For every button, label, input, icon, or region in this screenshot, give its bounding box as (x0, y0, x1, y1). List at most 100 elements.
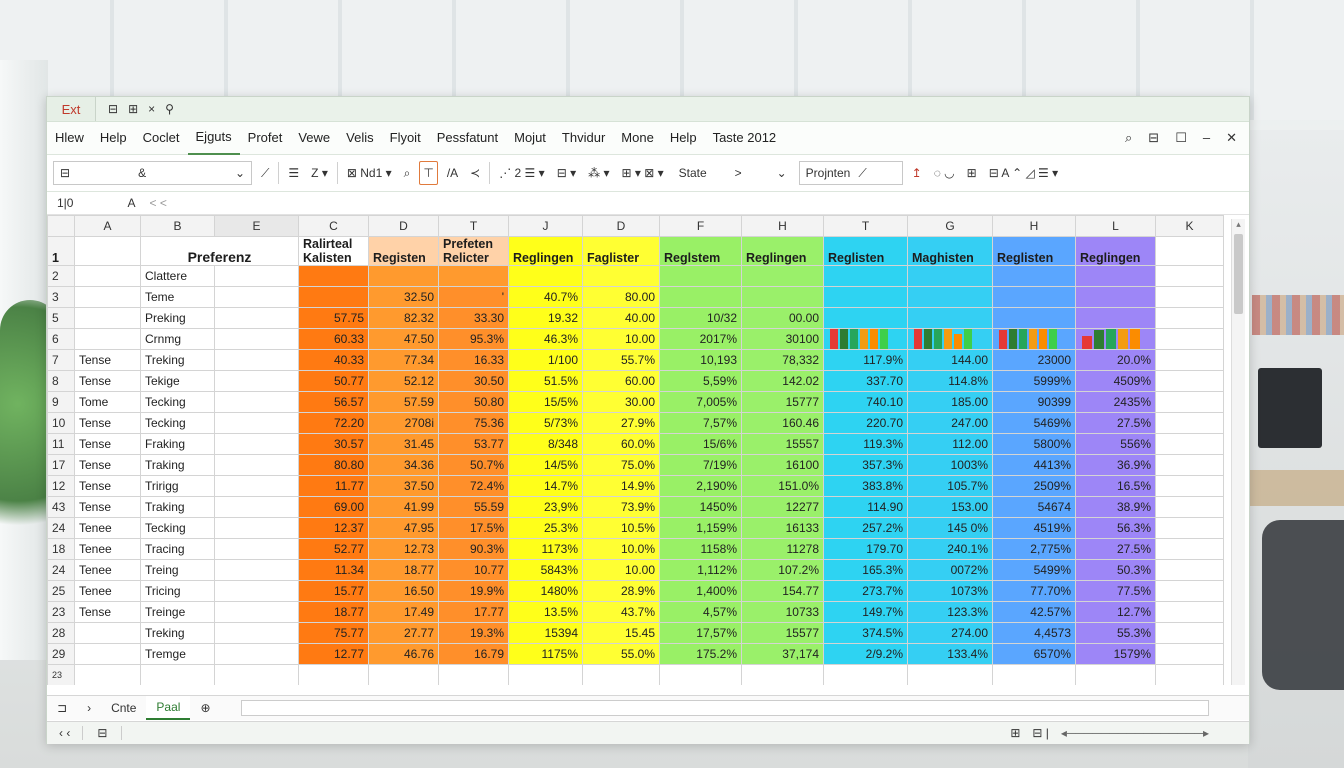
value-cell[interactable]: 2435% (1075, 391, 1156, 413)
value-cell[interactable]: 77.34 (368, 349, 439, 371)
value-cell[interactable]: 10.0% (582, 538, 660, 560)
menu-hlew[interactable]: Hlew (47, 122, 92, 154)
value-cell[interactable]: 41.99 (368, 496, 439, 518)
column-header[interactable]: C (298, 215, 369, 237)
share-icon[interactable]: ≺ (467, 162, 483, 184)
cell[interactable] (214, 538, 299, 560)
zoom-slider[interactable]: ◂────────────────▸ (1055, 726, 1249, 740)
menu-velis[interactable]: Velis (338, 122, 381, 154)
value-cell[interactable]: 15557 (741, 433, 824, 455)
cell[interactable] (214, 496, 299, 518)
value-cell[interactable]: 7/19% (659, 454, 742, 476)
row-number[interactable]: 24 (47, 559, 75, 581)
cell[interactable] (1155, 664, 1224, 685)
cell[interactable] (214, 580, 299, 602)
header-cell[interactable]: Ralirteal Kalisten (298, 236, 369, 266)
value-cell[interactable] (659, 286, 742, 308)
cell[interactable]: Tense (74, 349, 141, 371)
text-style-button[interactable]: /A (444, 162, 461, 184)
font-name-dropdown[interactable]: ⊟ & ⌄ (53, 161, 252, 185)
value-cell[interactable]: 151.0% (741, 475, 824, 497)
close-icon[interactable]: ✕ (1226, 130, 1237, 146)
value-cell[interactable]: 23000 (992, 349, 1076, 371)
cell[interactable] (1155, 454, 1224, 476)
cell[interactable]: Treinge (140, 601, 215, 623)
value-cell[interactable]: 2708i (368, 412, 439, 434)
value-cell[interactable]: 19.9% (438, 580, 509, 602)
value-cell[interactable]: 7,005% (659, 391, 742, 413)
value-cell[interactable]: 10,193 (659, 349, 742, 371)
column-header[interactable]: B (140, 215, 215, 237)
cell[interactable]: Preking (140, 307, 215, 329)
menu-flyoit[interactable]: Flyoit (382, 122, 429, 154)
value-cell[interactable]: 37.50 (368, 475, 439, 497)
sheet-tab-paal[interactable]: Paal (146, 696, 191, 720)
value-cell[interactable] (368, 265, 439, 287)
row-number[interactable]: 23 (47, 601, 75, 623)
cell[interactable] (1155, 265, 1224, 287)
value-cell[interactable]: 53.77 (438, 433, 509, 455)
format-painter-icon[interactable]: ⟋ (258, 162, 272, 184)
value-cell[interactable]: 1/100 (508, 349, 583, 371)
value-cell[interactable]: 17.49 (368, 601, 439, 623)
value-cell[interactable] (582, 265, 660, 287)
cell[interactable]: Treking (140, 622, 215, 644)
value-cell[interactable]: 16133 (741, 517, 824, 539)
cell[interactable] (438, 664, 509, 685)
cell[interactable] (74, 307, 141, 329)
value-cell[interactable]: 20.0% (1075, 349, 1156, 371)
value-cell[interactable]: 7,57% (659, 412, 742, 434)
header-cell[interactable]: Reglingen (1075, 236, 1156, 266)
add-sheet-icon[interactable]: ⊕ (190, 697, 220, 719)
row-number[interactable]: 12 (47, 475, 75, 497)
cell[interactable]: Tome (74, 391, 141, 413)
value-cell[interactable] (992, 307, 1076, 329)
cell[interactable]: Fraking (140, 433, 215, 455)
cell[interactable] (214, 349, 299, 371)
value-cell[interactable] (907, 307, 993, 329)
horizontal-scrollbar[interactable] (240, 700, 1209, 716)
value-cell[interactable]: 23,9% (508, 496, 583, 518)
value-cell[interactable]: 119.3% (823, 433, 908, 455)
value-cell[interactable]: 50.7% (438, 454, 509, 476)
value-cell[interactable]: 19.3% (438, 622, 509, 644)
header-cell[interactable]: Reglingen (741, 236, 824, 266)
menu-thvidur[interactable]: Thvidur (554, 122, 613, 154)
value-cell[interactable]: 47.50 (368, 328, 439, 350)
value-cell[interactable]: 123.3% (907, 601, 993, 623)
value-cell[interactable]: 42.57% (992, 601, 1076, 623)
value-cell[interactable]: 5/73% (508, 412, 583, 434)
cell[interactable] (74, 286, 141, 308)
value-cell[interactable]: 33.30 (438, 307, 509, 329)
cell[interactable] (214, 286, 299, 308)
value-cell[interactable] (823, 286, 908, 308)
value-cell[interactable] (508, 265, 583, 287)
value-cell[interactable] (741, 265, 824, 287)
value-cell[interactable]: 60.00 (582, 370, 660, 392)
value-cell[interactable] (298, 286, 369, 308)
value-cell[interactable]: ' (438, 286, 509, 308)
value-cell[interactable]: 17.77 (438, 601, 509, 623)
value-cell[interactable]: 77.70% (992, 580, 1076, 602)
header-cell[interactable]: Registen (368, 236, 439, 266)
menu-help[interactable]: Help (92, 122, 135, 154)
value-cell[interactable]: 112.00 (907, 433, 993, 455)
value-cell[interactable]: 12277 (741, 496, 824, 518)
value-cell[interactable]: 4413% (992, 454, 1076, 476)
header-cell[interactable]: Reglstem (659, 236, 742, 266)
header-cell[interactable]: Faglister (582, 236, 660, 266)
value-cell[interactable]: 6570% (992, 643, 1076, 665)
value-cell[interactable]: 27.5% (1075, 412, 1156, 434)
page-layout-icon[interactable]: ⊞ (1004, 726, 1026, 740)
align-icon[interactable]: ☰ (285, 162, 302, 184)
timer-icon[interactable]: ◌ ◡ (931, 162, 958, 184)
header-cell[interactable]: Reglisten (992, 236, 1076, 266)
header-cell[interactable]: Reglingen (508, 236, 583, 266)
row-number[interactable]: 9 (47, 391, 75, 413)
cell[interactable] (992, 664, 1076, 685)
value-cell[interactable] (907, 328, 993, 350)
value-cell[interactable]: 165.3% (823, 559, 908, 581)
value-cell[interactable]: 145 0% (907, 517, 993, 539)
value-cell[interactable]: 1073% (907, 580, 993, 602)
value-cell[interactable] (992, 265, 1076, 287)
